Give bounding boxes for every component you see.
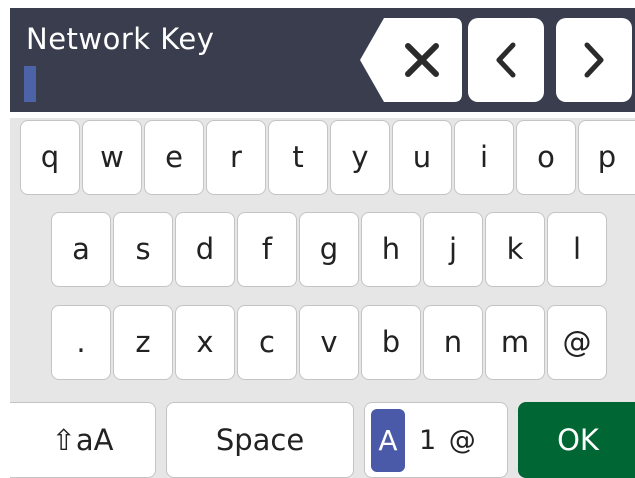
- key-q[interactable]: q: [20, 120, 80, 195]
- key-x[interactable]: x: [175, 305, 235, 380]
- cursor-left-button[interactable]: [468, 18, 544, 102]
- key-d[interactable]: d: [175, 212, 235, 287]
- key-n[interactable]: n: [423, 305, 483, 380]
- space-button[interactable]: Space: [166, 402, 354, 478]
- ok-button[interactable]: OK: [518, 402, 635, 478]
- key-l[interactable]: l: [547, 212, 607, 287]
- shift-case-button[interactable]: ⇧aA: [10, 402, 156, 478]
- keyboard: q w e r t y u i o p a s d f g h j k l . …: [10, 118, 635, 478]
- key-m[interactable]: m: [485, 305, 545, 380]
- key-c[interactable]: c: [237, 305, 297, 380]
- key-g[interactable]: g: [299, 212, 359, 287]
- key-r[interactable]: r: [206, 120, 266, 195]
- key-v[interactable]: v: [299, 305, 359, 380]
- mode-active-indicator: A: [371, 409, 405, 472]
- key-t[interactable]: t: [268, 120, 328, 195]
- key-i[interactable]: i: [454, 120, 514, 195]
- key-k[interactable]: k: [485, 212, 545, 287]
- field-title: Network Key: [26, 22, 215, 56]
- key-period[interactable]: .: [51, 305, 111, 380]
- key-z[interactable]: z: [113, 305, 173, 380]
- screen: Network Key q w e r t y u i o p a s d f …: [10, 8, 635, 478]
- key-y[interactable]: y: [330, 120, 390, 195]
- input-panel: Network Key: [10, 8, 635, 112]
- chevron-left-icon: [496, 42, 516, 78]
- key-at[interactable]: @: [547, 305, 607, 380]
- key-f[interactable]: f: [237, 212, 297, 287]
- key-e[interactable]: e: [144, 120, 204, 195]
- key-h[interactable]: h: [361, 212, 421, 287]
- text-cursor: [24, 66, 36, 102]
- key-s[interactable]: s: [113, 212, 173, 287]
- key-j[interactable]: j: [423, 212, 483, 287]
- key-w[interactable]: w: [82, 120, 142, 195]
- backspace-button[interactable]: [360, 18, 462, 102]
- chevron-right-icon: [584, 42, 604, 78]
- key-a[interactable]: a: [51, 212, 111, 287]
- cursor-right-button[interactable]: [556, 18, 632, 102]
- backspace-icon: [360, 18, 462, 102]
- input-mode-button[interactable]: A 1 @: [364, 402, 508, 478]
- key-o[interactable]: o: [516, 120, 576, 195]
- mode-options-label: 1 @: [419, 425, 478, 456]
- key-u[interactable]: u: [392, 120, 452, 195]
- key-b[interactable]: b: [361, 305, 421, 380]
- key-p[interactable]: p: [578, 120, 635, 195]
